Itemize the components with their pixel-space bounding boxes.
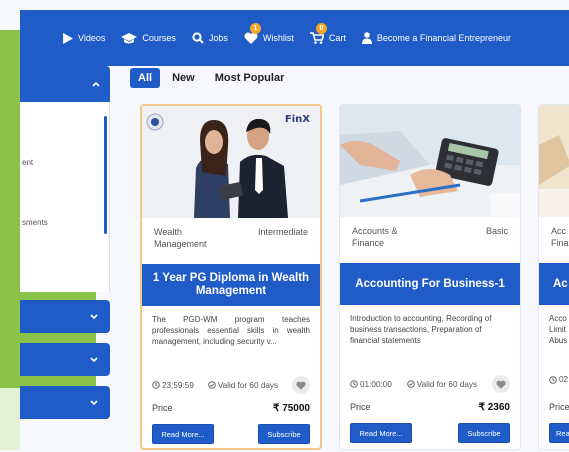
badge-check-icon xyxy=(207,381,216,389)
price-row: Price ₹ 2360 xyxy=(350,402,510,413)
course-title[interactable]: 1 Year PG Diploma in Wealth Management xyxy=(142,264,320,306)
nav-jobs[interactable]: Jobs xyxy=(192,32,228,44)
course-filter-tabs: All New Most Popular xyxy=(130,68,292,88)
tab-all[interactable]: All xyxy=(130,68,161,88)
nav-videos[interactable]: Videos xyxy=(62,32,106,44)
chevron-up-icon xyxy=(92,81,100,87)
wishlist-button[interactable] xyxy=(491,375,510,393)
course-card[interactable]: Acc Fina Ac Acco Limit Abus 02 Price Rea xyxy=(538,104,569,450)
course-image xyxy=(539,105,569,217)
nav-wishlist-label: Wishlist xyxy=(262,33,294,43)
nav-cart-label: Cart xyxy=(328,33,346,43)
course-stats: 02 xyxy=(549,375,569,384)
course-category: Acc Fina xyxy=(551,226,569,248)
nav-wishlist[interactable]: 1 Wishlist xyxy=(244,23,294,44)
course-meta: Accounts & Finance Basic xyxy=(340,217,520,263)
course-image xyxy=(340,105,520,217)
clock-icon xyxy=(549,375,557,384)
top-nav-bar: Videos Courses Jobs 1 Wishlist 0 Cart Be… xyxy=(20,10,569,66)
course-title-text: Ac xyxy=(553,277,568,290)
course-duration: 02 xyxy=(549,375,568,384)
course-description: The PGD-WM program teaches professionals… xyxy=(152,315,310,346)
course-category: Accounts & Finance xyxy=(352,226,398,248)
nav-videos-label: Videos xyxy=(78,33,106,43)
course-stats: 01:00:00 Valid for 60 days xyxy=(350,375,510,393)
nav-become-entrepreneur[interactable]: Become a Financial Entrepreneur xyxy=(361,32,511,44)
tab-new[interactable]: New xyxy=(164,68,203,88)
cart-count-badge: 0 xyxy=(315,23,327,34)
chevron-down-icon xyxy=(90,313,98,319)
sidebar-accordion-item[interactable] xyxy=(20,300,110,333)
course-card[interactable]: FinX Wealth Management Intermediate 1 Ye… xyxy=(140,104,322,450)
course-category: Wealth Management xyxy=(154,227,207,249)
chevron-down-icon xyxy=(90,399,98,405)
price-label: Price xyxy=(152,403,173,413)
validity-text: Valid for 60 days xyxy=(416,379,478,389)
price-value: ₹ 75000 xyxy=(273,403,310,414)
graduation-cap-icon xyxy=(121,32,138,43)
course-title[interactable]: Ac xyxy=(539,263,569,305)
read-more-button[interactable]: Rea xyxy=(549,423,569,443)
finx-logo: FinX xyxy=(284,114,310,125)
validity-text: Valid for 60 days xyxy=(217,380,279,390)
play-icon xyxy=(63,32,73,44)
tab-most-popular[interactable]: Most Popular xyxy=(207,68,293,88)
card-actions: Read More... Subscribe xyxy=(152,424,310,444)
course-validity: Valid for 60 days xyxy=(406,379,478,389)
course-stats: 23:59:59 Valid for 60 days xyxy=(152,376,310,394)
read-more-button[interactable]: Read More... xyxy=(350,423,412,443)
price-label: Price xyxy=(350,402,371,412)
course-validity: Valid for 60 days xyxy=(207,380,279,390)
nav-courses-label: Courses xyxy=(142,33,176,43)
green-decor-panel-light xyxy=(0,388,20,450)
price-row: Price xyxy=(549,402,569,412)
read-more-button[interactable]: Read More... xyxy=(152,424,214,444)
course-meta: Acc Fina xyxy=(539,217,569,263)
duration-text: 01:00:00 xyxy=(360,379,392,389)
clock-icon xyxy=(152,381,160,389)
search-icon xyxy=(192,32,204,44)
sidebar-accordion-header[interactable] xyxy=(20,66,110,102)
nav-become-entrepreneur-label: Become a Financial Entrepreneur xyxy=(376,33,511,43)
course-level: Basic xyxy=(485,226,508,236)
badge-check-icon xyxy=(406,380,415,388)
course-level: Intermediate xyxy=(257,227,308,237)
price-row: Price ₹ 75000 xyxy=(152,403,310,414)
heart-icon xyxy=(296,381,306,390)
nav-courses[interactable]: Courses xyxy=(121,32,176,44)
nav-jobs-label: Jobs xyxy=(208,33,228,43)
duration-text: 23:59:59 xyxy=(162,380,194,390)
sidebar-accordion-item[interactable] xyxy=(20,343,110,376)
clock-icon xyxy=(350,380,358,388)
wishlist-button[interactable] xyxy=(291,376,310,394)
card-actions: Read More... Subscribe xyxy=(350,423,510,443)
sidebar-scrollbar[interactable] xyxy=(104,116,107,234)
user-icon xyxy=(361,32,372,44)
sidebar-accordion-item[interactable] xyxy=(20,386,110,419)
subscribe-button[interactable]: Subscribe xyxy=(458,423,510,443)
course-description: Acco Limit Abus xyxy=(549,314,568,345)
subscribe-button[interactable]: Subscribe xyxy=(258,424,310,444)
course-description: Introduction to accounting, Recording of… xyxy=(350,314,492,345)
duration-text: 02 xyxy=(559,375,569,384)
price-value: ₹ 2360 xyxy=(478,402,510,413)
heart-icon xyxy=(496,380,506,389)
price-label: Price xyxy=(549,402,569,412)
course-image: FinX xyxy=(142,106,320,218)
sidebar-link[interactable]: sments xyxy=(22,218,48,227)
sidebar-accordion-body: ent sments cations xyxy=(20,102,110,315)
sidebar-link[interactable]: ent xyxy=(22,158,33,167)
filter-sidebar: ent sments cations xyxy=(20,66,110,315)
course-duration: 23:59:59 xyxy=(152,381,194,390)
card-actions: Rea xyxy=(549,423,569,443)
course-duration: 01:00:00 xyxy=(350,380,392,389)
wishlist-count-badge: 1 xyxy=(249,23,261,34)
course-meta: Wealth Management Intermediate xyxy=(142,218,320,264)
course-card[interactable]: Accounts & Finance Basic Accounting For … xyxy=(339,104,521,450)
page: Videos Courses Jobs 1 Wishlist 0 Cart Be… xyxy=(0,0,569,452)
chevron-down-icon xyxy=(90,356,98,362)
course-title[interactable]: Accounting For Business-1 xyxy=(340,263,520,305)
nav-cart[interactable]: 0 Cart xyxy=(309,23,346,44)
